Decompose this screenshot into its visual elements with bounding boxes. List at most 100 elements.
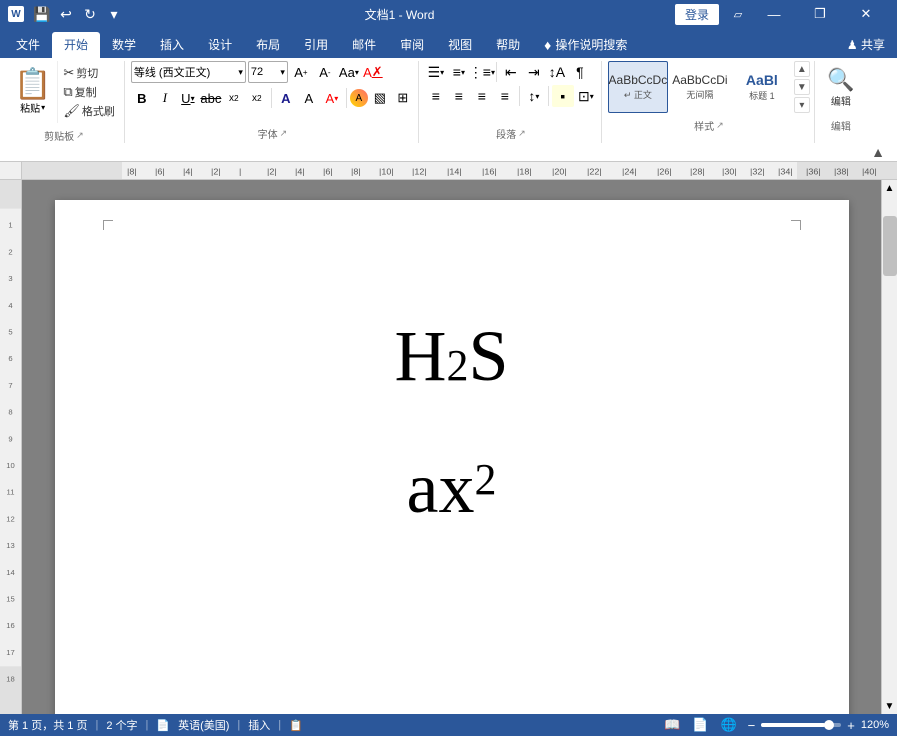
align-center-button[interactable]: ≡ [448,85,470,107]
clear-format-button[interactable]: A✗ [362,61,384,83]
show-marks-button[interactable]: ¶ [569,61,591,83]
clipboard-expand[interactable]: ↗ [76,130,84,141]
strikethrough-button[interactable]: abc [200,87,222,109]
scroll-thumb[interactable] [883,216,897,276]
justify-button[interactable]: ≡ [494,85,516,107]
svg-text:|40|: |40| [862,167,877,177]
zoom-track[interactable] [761,723,841,727]
editing-section-label: 编辑 [831,118,851,133]
font-size-arrow: ▾ [280,67,285,78]
document-page: H 2 S ax 2 [55,200,849,714]
paste-button[interactable]: 📋 粘贴 ▾ [8,61,57,123]
scroll-track[interactable] [882,196,897,698]
zoom-out-button[interactable]: − [746,718,758,733]
cut-button[interactable]: ✂ 剪切 [60,64,118,82]
track-icon: 📋 [289,719,303,732]
web-layout-button[interactable]: 🌐 [717,717,739,733]
subscript-button[interactable]: x2 [223,87,245,109]
styles-group: AaBbCcDc ↵ 正文 AaBbCcDi 无间隔 AaBl 标题 1 ▲ ▼ [604,61,815,143]
tab-view[interactable]: 视图 [436,32,484,58]
tab-references[interactable]: 引用 [292,32,340,58]
style-normal[interactable]: AaBbCcDc ↵ 正文 [608,61,668,113]
scroll-down-button[interactable]: ▼ [882,698,897,714]
undo-button[interactable]: ↩ [56,4,76,24]
border-para-button[interactable]: ⊡▾ [575,85,597,107]
change-case-button[interactable]: Aa▾ [338,61,360,83]
tab-file[interactable]: 文件 [4,32,52,58]
font-color2-button[interactable]: A [350,89,368,107]
cut-icon: ✂ [63,65,74,81]
increase-indent-button[interactable]: ⇥ [523,61,545,83]
tab-mail[interactable]: 邮件 [340,32,388,58]
styles-up-arrow[interactable]: ▲ [794,61,810,77]
save-button[interactable]: 💾 [32,4,52,24]
print-layout-button[interactable]: 📄 [689,717,711,733]
decrease-indent-button[interactable]: ⇤ [500,61,522,83]
minimize-button[interactable]: — [751,0,797,28]
font-name-select[interactable]: 等线 (西文正文) ▾ [131,61,246,83]
bold-button[interactable]: B [131,87,153,109]
redo-button[interactable]: ↻ [80,4,100,24]
login-button[interactable]: 登录 [675,4,719,25]
font-size-increase-button[interactable]: A+ [290,61,312,83]
highlight-button[interactable]: A [298,87,320,109]
sort-button[interactable]: ↕A [546,61,568,83]
page-area[interactable]: H 2 S ax 2 [22,180,881,714]
svg-text:|26|: |26| [657,167,672,177]
font-size-decrease-button[interactable]: A- [314,61,336,83]
svg-text:|6|: |6| [155,167,165,177]
tab-home[interactable]: 开始 [52,32,100,58]
tab-review[interactable]: 审阅 [388,32,436,58]
multilevel-list-button[interactable]: ⋮≡▾ [471,61,493,83]
bullets-button[interactable]: ☰▾ [425,61,447,83]
styles-expand[interactable]: ↗ [716,120,724,131]
borders-button[interactable]: ⊞ [392,87,414,109]
qat-more-button[interactable]: ▾ [104,4,124,24]
zoom-thumb[interactable] [824,720,834,730]
share-button[interactable]: ♟ ♟ 共享共享 [835,32,897,58]
tab-design[interactable]: 设计 [196,32,244,58]
editing-button[interactable]: 🔍 编辑 [821,61,861,113]
close-button[interactable]: ✕ [843,0,889,28]
vertical-scrollbar: ▲ ▼ [881,180,897,714]
zoom-in-button[interactable]: + [845,718,857,733]
restore-button[interactable]: ❐ [797,0,843,28]
shading-para-button[interactable]: ▪ [552,85,574,107]
font-size-select[interactable]: 72 ▾ [248,61,288,83]
paragraph-expand[interactable]: ↗ [518,128,526,139]
status-right: 📖 📄 🌐 − + 120% [661,717,889,733]
italic-button[interactable]: I [154,87,176,109]
tab-layout[interactable]: 布局 [244,32,292,58]
svg-text:14: 14 [6,568,15,577]
numbering-button[interactable]: ≡▾ [448,61,470,83]
align-left-button[interactable]: ≡ [425,85,447,107]
superscript-button[interactable]: x2 [246,87,268,109]
cut-label: 剪切 [76,65,98,81]
text-effect-button[interactable]: A [275,87,297,109]
corner-ruler [0,162,22,180]
page-corner-tr [791,220,801,230]
tell-me-search[interactable]: ♦ 操作说明搜索 [532,32,639,58]
tab-insert[interactable]: 插入 [148,32,196,58]
svg-text:1: 1 [8,221,12,230]
styles-down-arrow[interactable]: ▼ [794,79,810,95]
ribbon-display-button[interactable]: ▱ [727,4,749,24]
tab-math[interactable]: 数学 [100,32,148,58]
collapse-ribbon-button[interactable]: ▲ [867,144,889,160]
align-right-button[interactable]: ≡ [471,85,493,107]
tab-help[interactable]: 帮助 [484,32,532,58]
styles-more-arrow[interactable]: ▾ [794,97,810,113]
svg-text:2: 2 [8,247,12,256]
style-heading1[interactable]: AaBl 标题 1 [732,61,792,113]
shading-button[interactable]: ▧ [369,87,391,109]
line-spacing-button[interactable]: ↕▾ [523,85,545,107]
svg-text:15: 15 [6,594,14,603]
copy-button[interactable]: ⧉ 复制 [60,83,118,101]
format-painter-button[interactable]: 🖌 格式刷 [60,102,118,120]
read-mode-button[interactable]: 📖 [661,717,683,733]
style-no-spacing[interactable]: AaBbCcDi 无间隔 [670,61,730,113]
font-color-button[interactable]: A▾ [321,87,343,109]
underline-button[interactable]: U▾ [177,87,199,109]
scroll-up-button[interactable]: ▲ [882,180,897,196]
font-expand[interactable]: ↗ [280,128,288,139]
